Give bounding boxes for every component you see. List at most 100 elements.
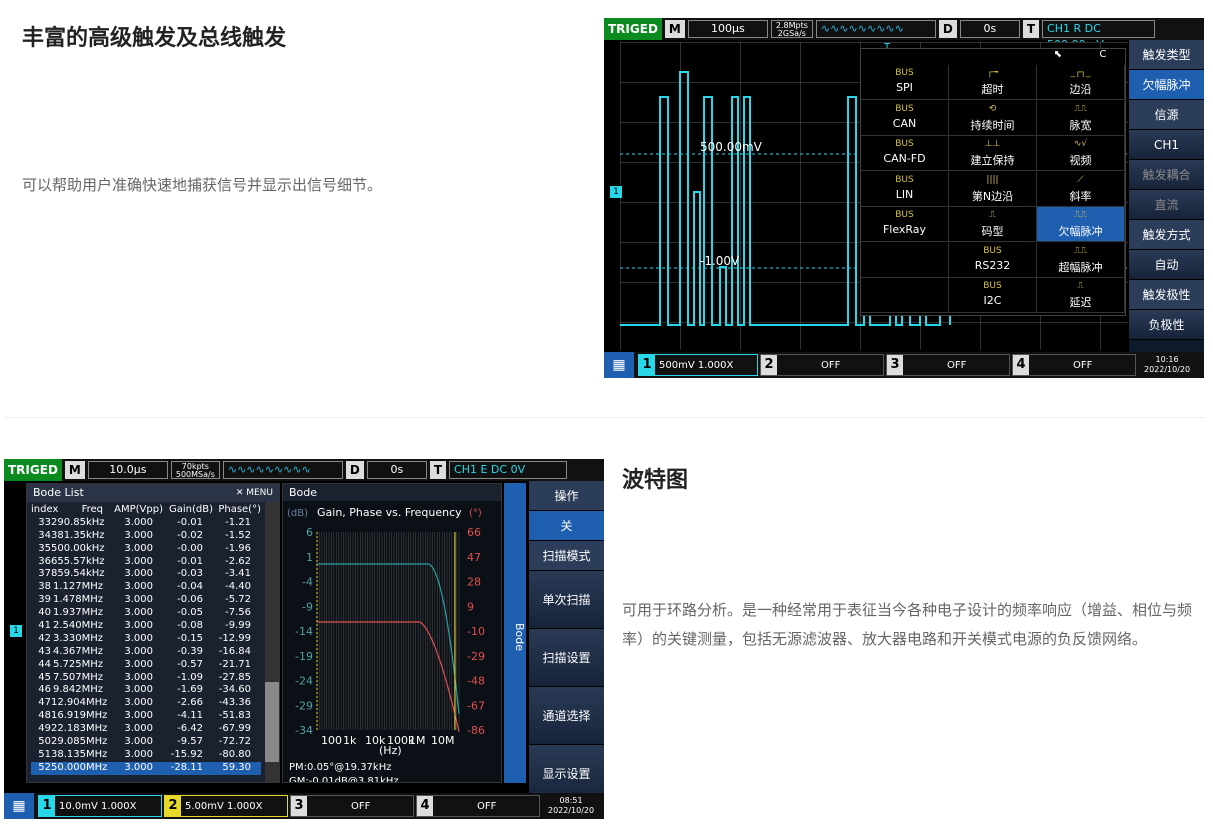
- close-menu-icon[interactable]: C: [1099, 49, 1106, 65]
- trigger-type-label: I2C: [983, 294, 1002, 307]
- delay-label: D: [938, 20, 957, 38]
- trigger-type-icon: ||||: [986, 174, 999, 185]
- side-menu-item[interactable]: 欠幅脉冲: [1129, 70, 1204, 100]
- side-menu-item[interactable]: CH1: [1129, 130, 1204, 160]
- trigger-type-item[interactable]: ⊥⊥ 建立保持: [949, 136, 1037, 171]
- ch2-button[interactable]: 2 OFF: [760, 354, 884, 376]
- trigger-type-item[interactable]: BUS LIN: [861, 171, 949, 207]
- trigger-type-label: 超时: [981, 83, 1004, 96]
- side-menu-item[interactable]: 负极性: [1129, 310, 1204, 340]
- apps-icon[interactable]: ▦: [604, 352, 634, 378]
- ch3-button[interactable]: 3 OFF: [886, 354, 1010, 376]
- bode-list-row[interactable]: 39 1.478MHz 3.000 -0.06 -5.72: [31, 594, 261, 607]
- trigger-type-item[interactable]: ┌╼ 超时: [949, 65, 1037, 100]
- ch1-marker[interactable]: 1: [610, 186, 622, 198]
- trigger-type-item[interactable]: BUS FlexRay: [861, 207, 949, 242]
- trigger-type-icon: ⎍: [989, 210, 996, 220]
- bode-list-row[interactable]: 43 4.367MHz 3.000 -0.39 -16.84: [31, 646, 261, 659]
- side-menu-item: 触发类型: [1129, 40, 1204, 70]
- list-scrollbar[interactable]: [265, 502, 279, 782]
- phase-curve: [317, 621, 460, 733]
- trigger-type-item[interactable]: ⎍ 码型: [949, 207, 1037, 242]
- bode-list-row[interactable]: 46 9.842MHz 3.000 -1.69 -34.60: [31, 684, 261, 697]
- trigger-type-item[interactable]: ⟋ 斜率: [1037, 171, 1125, 207]
- ch1-button[interactable]: 1 500mV 1.000X: [638, 354, 758, 376]
- trigger-type-label: 码型: [981, 225, 1004, 238]
- trig-status: TRIGED: [4, 459, 62, 481]
- trigger-type-label: 边沿: [1069, 83, 1092, 96]
- trigger-type-item[interactable]: ⎍⎍ 超幅脉冲: [1037, 242, 1125, 278]
- side-menu-item[interactable]: 自动: [1129, 250, 1204, 280]
- bode-list-row[interactable]: 41 2.540MHz 3.000 -0.08 -9.99: [31, 620, 261, 633]
- timebase[interactable]: 10.0µs: [87, 461, 168, 479]
- ch4-button[interactable]: 4 OFF: [416, 795, 540, 817]
- bode-list-row[interactable]: 40 1.937MHz 3.000 -0.05 -7.56: [31, 607, 261, 620]
- bode-list-row[interactable]: 47 12.904MHz 3.000 -2.66 -43.36: [31, 697, 261, 710]
- delay-value[interactable]: 0s: [366, 461, 427, 479]
- trigger-info[interactable]: CH1 E DC 0V: [449, 461, 568, 479]
- bode-list-row[interactable]: 36 655.57kHz 3.000 -0.01 -2.62: [31, 556, 261, 569]
- pin-icon[interactable]: ⬉: [1054, 49, 1062, 65]
- bode-list-row[interactable]: 38 1.127MHz 3.000 -0.04 -4.40: [31, 581, 261, 594]
- timebase[interactable]: 100µs: [687, 20, 768, 38]
- trigger-type-item[interactable]: ⎍⎍ 欠幅脉冲: [1037, 207, 1125, 242]
- bode-list-row[interactable]: 33 290.85kHz 3.000 -0.01 -1.21: [31, 517, 261, 530]
- trigger-type-item[interactable]: BUS CAN-FD: [861, 136, 949, 171]
- bode-list-row[interactable]: 45 7.507MHz 3.000 -1.09 -27.85: [31, 672, 261, 685]
- right-unit: (°): [469, 508, 482, 519]
- trigger-type-item[interactable]: |||| 第N边沿: [949, 171, 1037, 207]
- trigger-type-item[interactable]: ∿√ 视频: [1037, 136, 1125, 171]
- menu-toolbar: ⬉ C: [1035, 49, 1125, 65]
- trigger-type-icon: ⎍⎍: [1074, 103, 1087, 114]
- bode-list-menu[interactable]: ✕ MENU: [236, 484, 273, 502]
- right-tick: -29: [467, 650, 485, 663]
- trigger-type-item[interactable]: BUS SPI: [861, 65, 949, 100]
- trigger-type-label: 延迟: [1069, 296, 1092, 309]
- trigger-type-item[interactable]: _┌┐_ 边沿: [1037, 65, 1125, 100]
- bode-list-row[interactable]: 52 50.000MHz 3.000 -28.11 59.30: [31, 761, 261, 775]
- side-menu-item[interactable]: 通道选择: [529, 687, 604, 745]
- trigger-info[interactable]: CH1 R DC 500.00mV: [1042, 20, 1156, 51]
- bode-list-row[interactable]: 42 3.330MHz 3.000 -0.15 -12.99: [31, 633, 261, 646]
- trigger-type-item[interactable]: BUS CAN: [861, 100, 949, 136]
- trigger-type-item[interactable]: BUS I2C: [949, 278, 1037, 313]
- trigger-type-icon: ⟋: [1077, 174, 1084, 185]
- ch3-button[interactable]: 3 OFF: [290, 795, 414, 817]
- trigger-type-item[interactable]: ⎍ 延迟: [1037, 278, 1125, 313]
- bode-list-row[interactable]: 37 859.54kHz 3.000 -0.03 -3.41: [31, 568, 261, 581]
- ch2-button[interactable]: 2 5.00mV 1.000X: [164, 795, 288, 817]
- side-menu-item[interactable]: 关: [529, 511, 604, 541]
- mode-label[interactable]: M: [664, 20, 685, 38]
- trigger-type-item[interactable]: ⎍⎍ 脉宽: [1037, 100, 1125, 136]
- mode-label[interactable]: M: [64, 461, 85, 479]
- trigger-type-item[interactable]: BUS RS232: [949, 242, 1037, 278]
- gain-curve: [317, 563, 460, 715]
- ch1-button[interactable]: 1 10.0mV 1.000X: [38, 795, 162, 817]
- waveform-overview[interactable]: ∿∿∿∿∿∿∿∿∿: [815, 20, 936, 38]
- x-tick: 100: [321, 734, 342, 747]
- clock: 08:51 2022/10/20: [548, 796, 595, 815]
- bode-list-row[interactable]: 50 29.085MHz 3.000 -9.57 -72.72: [31, 736, 261, 749]
- bode-list-row[interactable]: 44 5.725MHz 3.000 -0.57 -21.71: [31, 659, 261, 672]
- bode-list-row[interactable]: 35 500.00kHz 3.000 -0.00 -1.96: [31, 543, 261, 556]
- bode-vertical-tab[interactable]: Bode: [504, 483, 526, 783]
- apps-icon[interactable]: ▦: [4, 793, 34, 819]
- trigger-type-item[interactable]: ⟲ 持续时间: [949, 100, 1037, 136]
- ch4-button[interactable]: 4 OFF: [1012, 354, 1136, 376]
- section2-title: 波特图: [622, 468, 689, 493]
- bode-list-row[interactable]: 51 38.135MHz 3.000 -15.92 -80.80: [31, 749, 261, 762]
- side-menu-item[interactable]: 单次扫描: [529, 571, 604, 629]
- bode-list-row[interactable]: 48 16.919MHz 3.000 -4.11 -51.83: [31, 710, 261, 723]
- bode-list-row[interactable]: 34 381.35kHz 3.000 -0.02 -1.52: [31, 530, 261, 543]
- clock: 10:16 2022/10/20: [1144, 355, 1191, 374]
- trigger-type-label: 建立保持: [970, 154, 1015, 167]
- scope-top-bar: TRIGED M 100µs 2.8Mpts 2GSa/s ∿∿∿∿∿∿∿∿∿ D…: [604, 18, 1204, 51]
- side-menu-item: 信源: [1129, 100, 1204, 130]
- ch1-marker[interactable]: 1: [10, 625, 22, 637]
- bode-list-row[interactable]: 49 22.183MHz 3.000 -6.42 -67.99: [31, 723, 261, 736]
- memory-info: 2.8Mpts 2GSa/s: [770, 20, 813, 38]
- bode-list-header: index Freq AMP(Vpp) Gain(dB) Phase(°): [31, 504, 261, 515]
- delay-value[interactable]: 0s: [959, 20, 1020, 38]
- waveform-overview[interactable]: ∿∿∿∿∿∿∿∿∿: [222, 461, 343, 479]
- side-menu-item[interactable]: 扫描设置: [529, 629, 604, 687]
